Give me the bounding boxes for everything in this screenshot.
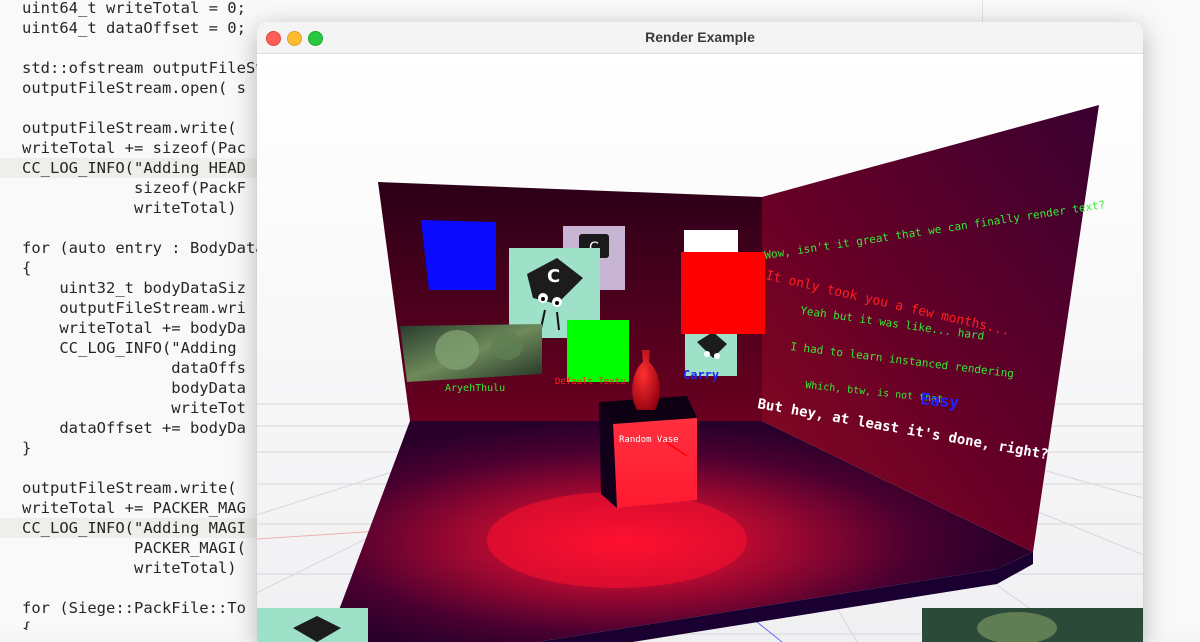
- code-line: }: [22, 439, 32, 457]
- code-line: uint64_t writeTotal = 0;: [22, 0, 246, 17]
- pedestal: Random Vase: [599, 396, 697, 508]
- render-viewport[interactable]: C C: [257, 54, 1143, 642]
- code-line: CC_LOG_INFO("Adding: [22, 339, 246, 357]
- keycap-poster-bottom-left: [257, 608, 368, 642]
- code-line: bodyData: [22, 379, 246, 397]
- code-line: for (auto entry : BodyData: [22, 239, 265, 257]
- blue-square: [421, 220, 496, 290]
- code-line: writeTotal += PACKER_MAG: [22, 499, 246, 517]
- code-line: writeTotal): [22, 199, 237, 217]
- carry-label: Carry: [683, 368, 719, 382]
- scene-canvas: C C: [257, 54, 1143, 642]
- code-line: outputFileStream.wri: [22, 299, 246, 317]
- code-line: writeTot: [22, 399, 246, 417]
- green-square: [567, 320, 629, 382]
- title-bar[interactable]: Render Example: [257, 22, 1143, 54]
- code-line: outputFileStream.open( s: [22, 79, 246, 97]
- code-line: writeTotal += bodyDa: [22, 319, 246, 337]
- window-title: Render Example: [645, 29, 755, 45]
- default-texture-label: Default Textu: [555, 377, 625, 387]
- cthulhu-poster: [400, 324, 542, 382]
- code-line: outputFileStream.write(: [22, 119, 237, 137]
- code-line: for (Siege::PackFile::To: [22, 599, 246, 617]
- svg-text:C: C: [547, 266, 560, 287]
- code-line: writeTotal): [22, 559, 237, 577]
- vase-label: Random Vase: [619, 435, 679, 445]
- code-line: sizeof(PackF: [22, 179, 246, 197]
- cthulhu-poster-bottom-right: [922, 608, 1143, 642]
- code-line: uint32_t bodyDataSiz: [22, 279, 246, 297]
- render-window[interactable]: Render Example C AryehThulu Default Text…: [257, 22, 1143, 642]
- code-line: {: [22, 259, 32, 277]
- code-line: dataOffset += bodyDa: [22, 419, 246, 437]
- code-line: dataOffs: [22, 359, 246, 377]
- code-line: uint64_t dataOffset = 0;: [22, 19, 246, 37]
- wall-text-easy: Easy: [920, 389, 961, 412]
- red-square: [681, 252, 765, 334]
- cthulhu-label: AryehThulu: [445, 383, 505, 394]
- code-line: PACKER_MAGI(: [22, 539, 246, 557]
- code-line: writeTotal += sizeof(Pac: [22, 139, 246, 157]
- code-line: outputFileStream.write(: [22, 479, 237, 497]
- code-line: {: [22, 619, 32, 630]
